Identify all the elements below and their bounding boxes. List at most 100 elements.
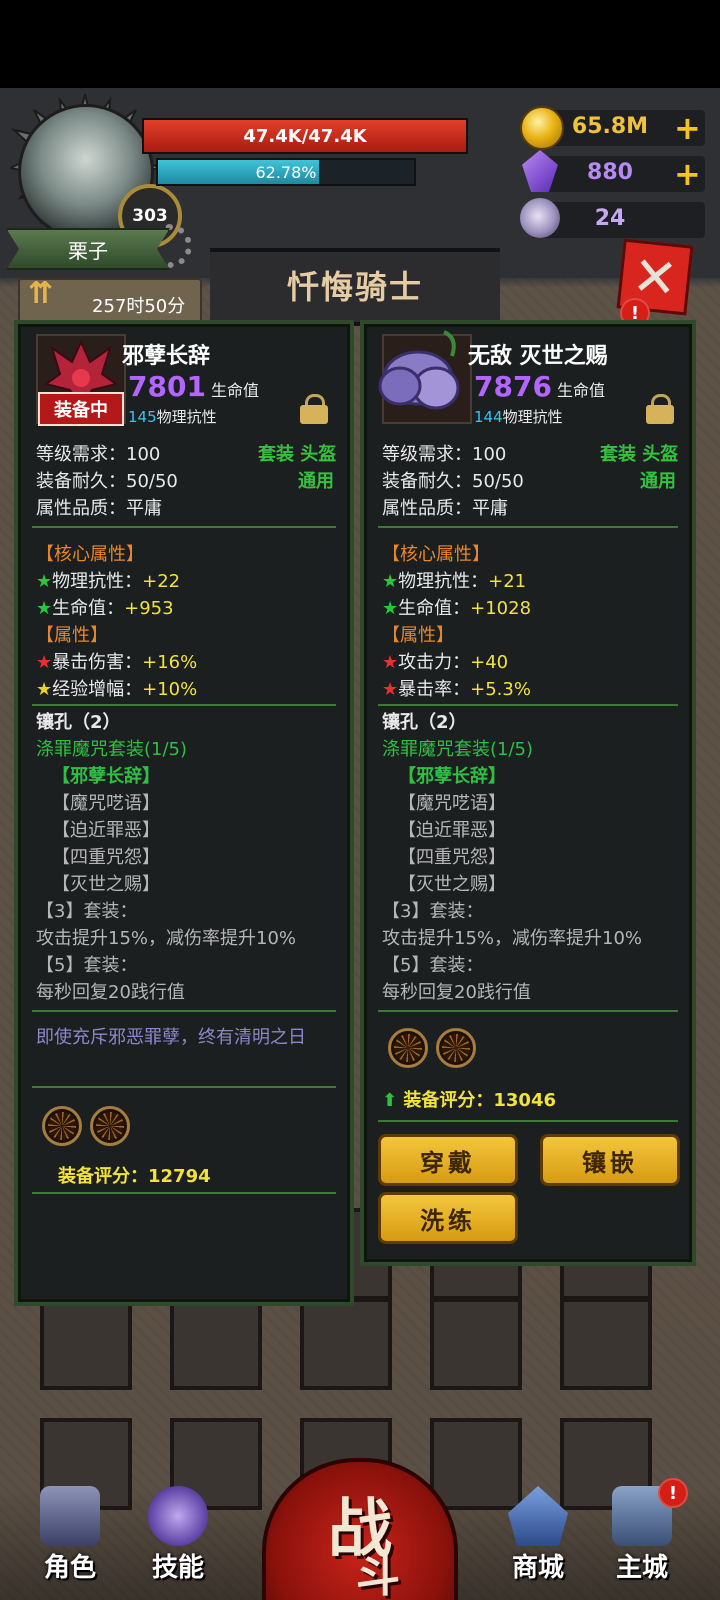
attr-row: ★经验增幅：+10% [36, 679, 198, 700]
gold-amount: 65.8M [571, 114, 649, 139]
gold-add-button[interactable]: + [674, 109, 701, 147]
score-up-arrow-icon: ⬆ [382, 1090, 398, 1111]
compare-item-panel: 无敌 灭世之赐 7876 生命值 144物理抗性 等级需求：100 套装 头盔 … [360, 320, 696, 1266]
set-item: 【邪孽长辞】 [52, 766, 160, 787]
wear-button[interactable]: 穿戴 [378, 1134, 518, 1186]
attr-row: ★攻击力：+40 [382, 652, 509, 673]
set-item: 【魔咒呓语】 [398, 793, 506, 814]
attr-row: ★暴击率：+5.3% [382, 679, 531, 700]
mp-bar: 62.78% [156, 158, 416, 186]
nav-shop-label: 商城 [511, 1553, 564, 1583]
set-item: 【迫近罪恶】 [52, 820, 160, 841]
nav-skill-label: 技能 [151, 1553, 204, 1583]
divider [378, 1120, 678, 1122]
divider [32, 1086, 336, 1088]
inventory-slot[interactable] [170, 1298, 262, 1390]
set-item: 【魔咒呓语】 [52, 793, 160, 814]
core-attr-row: ★生命值：+953 [36, 598, 174, 619]
attrs-header: 【属性】 [36, 625, 108, 646]
set-name: 涤罪魔咒套装(1/5) [36, 739, 188, 760]
battle-label-2: 斗 [356, 1551, 400, 1600]
divider [32, 526, 336, 528]
set-item: 【四重咒怨】 [52, 847, 160, 868]
defense-label: 物理抗性 [502, 408, 563, 426]
set-item: 【邪孽长辞】 [398, 766, 506, 787]
sockets: 镶孔（2） [382, 712, 467, 733]
hp-label: 生命值 [557, 381, 606, 400]
gold-resource: 65.8M + [520, 106, 705, 150]
inventory-slot[interactable] [560, 1298, 652, 1390]
socket-slot[interactable] [90, 1106, 130, 1146]
set-bonus-3: 攻击提升15%，减伤率提升10% [36, 928, 297, 949]
divider [378, 526, 678, 528]
set-bonus-5: 每秒回复20践行值 [36, 982, 185, 1003]
core-attr-row: ★物理抗性：+22 [36, 571, 181, 592]
inlay-button[interactable]: 镶嵌 [540, 1134, 680, 1186]
status-bar-area [0, 0, 720, 88]
hp-value: 7801 [128, 370, 206, 403]
inventory-slot[interactable] [300, 1298, 392, 1390]
hp-stat: 7801 生命值 [128, 370, 259, 403]
core-attrs-header: 【核心属性】 [382, 544, 490, 565]
gem-add-button[interactable]: + [674, 155, 701, 193]
set-bonus-3-title: 【3】套装： [382, 901, 484, 922]
socket-slot[interactable] [42, 1106, 82, 1146]
game-screen: 303 栗子 47.4K/47.4K 62.78% 65.8M + 880 + … [0, 88, 720, 1600]
page-title: 忏悔骑士 [286, 268, 423, 306]
durability: 装备耐久：50/50 [36, 471, 178, 492]
nav-role[interactable]: 角色 [20, 1478, 120, 1588]
token-resource: 24 [520, 198, 705, 238]
score-text: 装备评分：13046 [403, 1090, 556, 1111]
divider [32, 1192, 336, 1194]
arrow-up-icon: ⇈ [28, 276, 54, 311]
compare-item-icon [378, 330, 472, 424]
defense-stat: 144物理抗性 [474, 406, 563, 427]
set-slot-tag: 套装 头盔 [600, 444, 679, 465]
gem-resource: 880 + [522, 150, 705, 193]
level-requirement: 等级需求：100 [382, 444, 507, 465]
hp-value: 7876 [474, 370, 552, 403]
equipment-score: ⬆ 装备评分：13046 [382, 1086, 556, 1112]
core-attr-row: ★物理抗性：+21 [382, 571, 527, 592]
socket-slot[interactable] [388, 1028, 428, 1068]
set-item: 【迫近罪恶】 [398, 820, 506, 841]
durability: 装备耐久：50/50 [382, 471, 524, 492]
set-bonus-3-title: 【3】套装： [36, 901, 138, 922]
role-helmet-icon [40, 1486, 100, 1546]
hp-bar: 47.4K/47.4K [142, 118, 468, 154]
page-title-banner: 忏悔骑士 [210, 248, 500, 326]
shop-tent-icon [508, 1486, 568, 1546]
usage-tag: 通用 [640, 471, 676, 492]
refine-button[interactable]: 洗练 [378, 1192, 518, 1244]
set-item: 【灭世之赐】 [398, 874, 506, 895]
lock-icon[interactable] [646, 394, 674, 424]
nav-skill[interactable]: 技能 [128, 1478, 228, 1588]
hp-label: 生命值 [211, 381, 260, 400]
defense-value: 144 [474, 408, 503, 426]
socket-slot[interactable] [436, 1028, 476, 1068]
lock-icon[interactable] [300, 394, 328, 424]
nav-shop[interactable]: 商城 [488, 1478, 588, 1588]
set-item: 【灭世之赐】 [52, 874, 160, 895]
purple-flower-icon [378, 330, 460, 410]
defense-label: 物理抗性 [156, 408, 217, 426]
core-attr-row: ★生命值：+1028 [382, 598, 532, 619]
battle-button[interactable]: 战 斗 [262, 1458, 458, 1600]
item-name: 无敌 灭世之赐 [468, 344, 608, 369]
inventory-slot[interactable] [40, 1298, 132, 1390]
inventory-slot[interactable] [430, 1298, 522, 1390]
token-amount: 24 [594, 206, 626, 231]
set-name: 涤罪魔咒套装(1/5) [382, 739, 534, 760]
set-bonus-5: 每秒回复20践行值 [382, 982, 531, 1003]
set-bonus-5-title: 【5】套装： [36, 955, 138, 976]
set-bonus-5-title: 【5】套装： [382, 955, 484, 976]
quality: 属性品质：平庸 [36, 498, 162, 519]
usage-tag: 通用 [298, 471, 334, 492]
set-item: 【四重咒怨】 [398, 847, 506, 868]
set-bonus-3: 攻击提升15%，减伤率提升10% [382, 928, 643, 949]
equipment-score: 装备评分：12794 [58, 1166, 211, 1187]
equipped-tag: 装备中 [38, 392, 124, 426]
sockets: 镶孔（2） [36, 712, 121, 733]
nav-city[interactable]: 主城 ! [592, 1478, 692, 1588]
divider [32, 1010, 336, 1012]
